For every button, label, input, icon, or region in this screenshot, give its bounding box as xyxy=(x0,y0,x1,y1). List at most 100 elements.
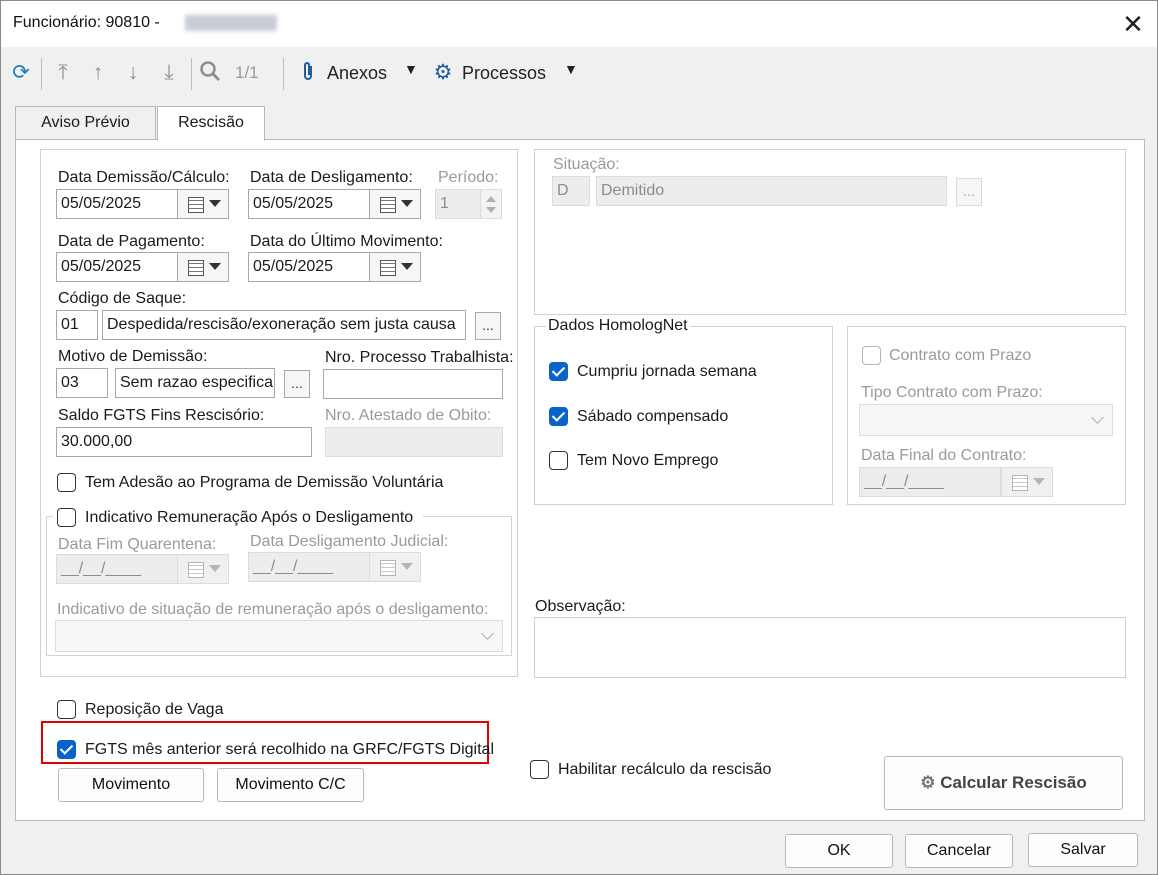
periodo-label: Período: xyxy=(438,169,499,186)
nro-atestado-field xyxy=(325,427,503,457)
chevron-down-icon[interactable]: ▼ xyxy=(404,61,418,77)
chevron-down-icon xyxy=(401,200,413,207)
calendar-icon xyxy=(1012,475,1028,491)
motivo-demissao-lookup-button[interactable]: ... xyxy=(284,370,310,398)
data-demissao-label: Data Demissão/Cálculo: xyxy=(58,169,230,186)
gears-icon: ⚙ xyxy=(920,773,936,792)
toolbar-separator xyxy=(41,58,42,90)
nro-atestado-label: Nro. Atestado de Obito: xyxy=(325,407,492,424)
codigo-saque-lookup-button[interactable]: ... xyxy=(475,312,501,340)
codigo-saque-code[interactable]: 01 xyxy=(56,310,98,340)
saldo-fgts-label: Saldo FGTS Fins Rescisório: xyxy=(58,407,265,424)
ok-button[interactable]: OK xyxy=(785,834,893,868)
indicativo-situacao-combo xyxy=(55,620,503,652)
tem-adesao-label: Tem Adesão ao Programa de Demissão Volun… xyxy=(85,474,444,491)
chevron-down-icon xyxy=(401,263,413,270)
cancelar-button[interactable]: Cancelar xyxy=(905,834,1013,868)
situacao-lookup-button: ... xyxy=(956,178,982,206)
movimento-button[interactable]: Movimento xyxy=(58,768,204,802)
codigo-saque-desc[interactable]: Despedida/rescisão/exoneração sem justa … xyxy=(102,310,466,340)
data-ultimo-movimento-field[interactable]: 05/05/2025 xyxy=(248,252,370,282)
previous-record-icon[interactable]: ↑ xyxy=(86,60,110,86)
last-record-icon[interactable]: ⤓ xyxy=(157,60,181,86)
chevron-down-icon xyxy=(401,563,413,570)
employee-dialog: Funcionário: 90810 - ✕ ⟳ ⤒ ↑ ↓ ⤓ 1/1 Ane… xyxy=(0,0,1158,875)
first-record-icon[interactable]: ⤒ xyxy=(51,60,75,86)
calendar-icon xyxy=(380,260,396,276)
motivo-demissao-label: Motivo de Demissão: xyxy=(58,348,208,365)
calendar-icon xyxy=(188,260,204,276)
movimento-cc-button[interactable]: Movimento C/C xyxy=(217,768,364,802)
indicativo-remuneracao-checkbox[interactable] xyxy=(57,508,76,527)
chevron-down-icon xyxy=(1091,411,1104,424)
gear-icon: ⚙ xyxy=(433,61,453,84)
data-demissao-field[interactable]: 05/05/2025 xyxy=(56,189,178,219)
sabado-compensado-label: Sábado compensado xyxy=(577,408,729,425)
data-desl-judicial-label: Data Desligamento Judicial: xyxy=(250,533,449,550)
nro-processo-label: Nro. Processo Trabalhista: xyxy=(325,349,514,366)
toolbar: ⟳ ⤒ ↑ ↓ ⤓ 1/1 Anexos ▼ ⚙ Processos ▼ xyxy=(1,48,1157,100)
situacao-group xyxy=(534,149,1126,315)
tab-aviso-previo[interactable]: Aviso Prévio xyxy=(15,106,156,140)
saldo-fgts-field[interactable]: 30.000,00 xyxy=(56,427,312,457)
data-final-contrato-field: __/__/____ xyxy=(859,467,1001,497)
tab-rescisao[interactable]: Rescisão xyxy=(157,106,265,141)
chevron-down-icon xyxy=(481,627,494,640)
spin-up-icon xyxy=(486,196,496,202)
cumpriu-jornada-checkbox[interactable] xyxy=(549,362,568,381)
fgts-mes-anterior-label: FGTS mês anterior será recolhido na GRFC… xyxy=(85,741,495,758)
novo-emprego-checkbox[interactable] xyxy=(549,451,568,470)
data-desligamento-field[interactable]: 05/05/2025 xyxy=(248,189,370,219)
calendar-button[interactable] xyxy=(369,189,421,219)
refresh-icon[interactable]: ⟳ xyxy=(9,60,33,86)
periodo-spinner xyxy=(480,189,502,219)
calendar-button[interactable] xyxy=(177,189,229,219)
data-pagamento-label: Data de Pagamento: xyxy=(58,233,205,250)
next-record-icon[interactable]: ↓ xyxy=(121,60,145,86)
motivo-demissao-code[interactable]: 03 xyxy=(56,368,108,398)
calcular-rescisao-button[interactable]: ⚙ Calcular Rescisão xyxy=(884,756,1123,810)
reposicao-vaga-checkbox[interactable] xyxy=(57,700,76,719)
chevron-down-icon xyxy=(209,200,221,207)
observacao-label: Observação: xyxy=(535,598,626,615)
calendar-button[interactable] xyxy=(369,252,421,282)
motivo-demissao-desc[interactable]: Sem razao especifica xyxy=(115,368,275,398)
calendar-button[interactable] xyxy=(177,252,229,282)
calendar-button xyxy=(1001,467,1053,497)
chevron-down-icon xyxy=(1033,478,1045,485)
calendar-icon xyxy=(380,560,396,576)
search-icon[interactable] xyxy=(198,60,222,86)
tipo-contrato-label: Tipo Contrato com Prazo: xyxy=(861,384,1043,401)
close-button[interactable]: ✕ xyxy=(1115,8,1151,40)
tipo-contrato-combo xyxy=(859,404,1113,436)
data-desl-judicial-field: __/__/____ xyxy=(248,552,370,582)
spin-down-icon xyxy=(486,207,496,213)
fgts-mes-anterior-checkbox[interactable] xyxy=(57,740,76,759)
data-fim-quarentena-field: __/__/____ xyxy=(56,554,178,584)
situacao-code: D xyxy=(552,176,590,206)
salvar-button[interactable]: Salvar xyxy=(1028,833,1138,867)
calendar-icon xyxy=(188,197,204,213)
nro-processo-field[interactable] xyxy=(323,369,503,399)
novo-emprego-label: Tem Novo Emprego xyxy=(577,452,719,469)
processos-menu[interactable]: Processos xyxy=(462,63,546,84)
chevron-down-icon xyxy=(209,263,221,270)
situacao-desc: Demitido xyxy=(596,176,947,206)
window-title: Funcionário: 90810 - xyxy=(13,14,160,31)
redacted-employee-name xyxy=(185,15,277,31)
periodo-field: 1 xyxy=(435,189,481,219)
data-final-contrato-label: Data Final do Contrato: xyxy=(861,447,1027,464)
observacao-textarea[interactable] xyxy=(534,617,1126,678)
tem-adesao-checkbox[interactable] xyxy=(57,473,76,492)
indicativo-remuneracao-label: Indicativo Remuneração Após o Desligamen… xyxy=(85,509,414,526)
chevron-down-icon[interactable]: ▼ xyxy=(564,61,578,77)
habilitar-recalculo-checkbox[interactable] xyxy=(530,760,549,779)
contrato-prazo-label: Contrato com Prazo xyxy=(889,347,1032,364)
codigo-saque-label: Código de Saque: xyxy=(58,290,187,307)
sabado-compensado-checkbox[interactable] xyxy=(549,407,568,426)
calendar-button xyxy=(177,554,229,584)
anexos-menu[interactable]: Anexos xyxy=(327,63,387,84)
data-pagamento-field[interactable]: 05/05/2025 xyxy=(56,252,178,282)
calendar-button xyxy=(369,552,421,582)
paperclip-icon xyxy=(297,60,319,86)
